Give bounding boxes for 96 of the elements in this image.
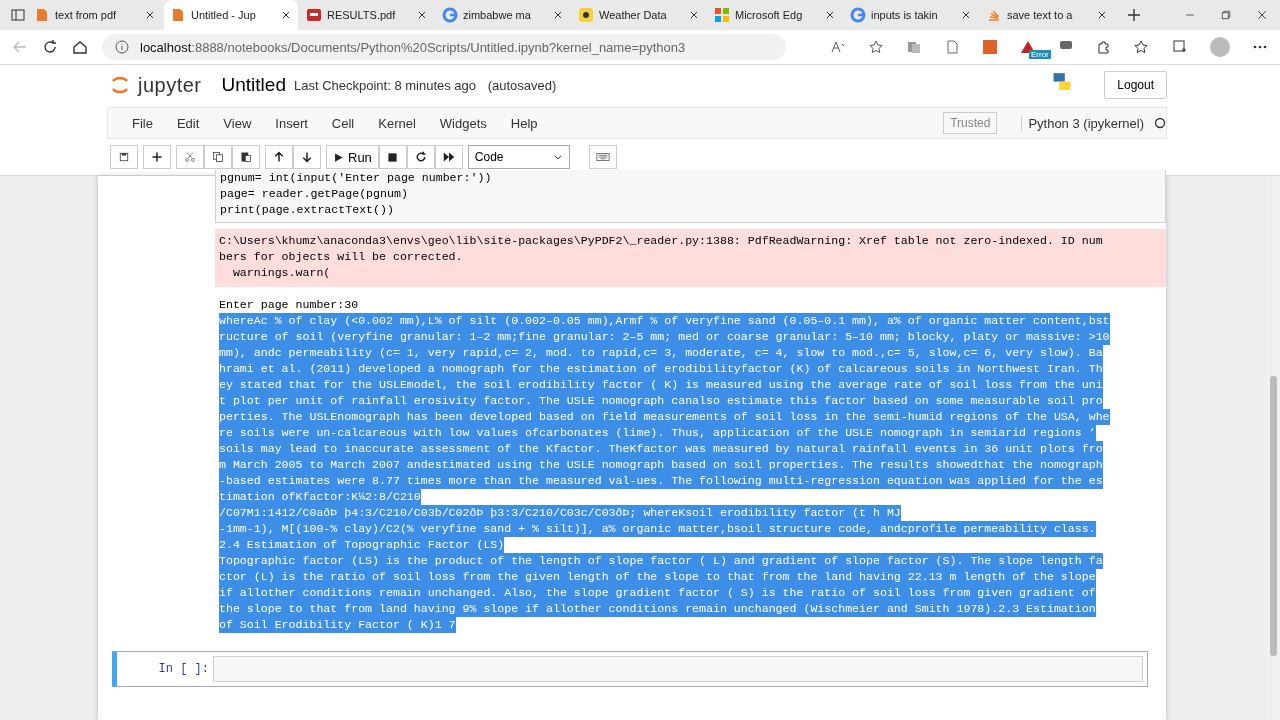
- favorites-icon: [1134, 39, 1150, 55]
- close-icon: [960, 9, 972, 21]
- info-icon: [114, 39, 130, 55]
- arrow-down-icon: [301, 151, 313, 163]
- browser-tab[interactable]: zimbabwe ma: [436, 0, 570, 30]
- close-icon: [688, 9, 700, 21]
- add-cell-button[interactable]: [143, 145, 171, 169]
- menu-item[interactable]: Insert: [263, 115, 320, 131]
- code-input[interactable]: [213, 656, 1143, 682]
- stop-icon: [387, 151, 399, 163]
- close-icon: [824, 9, 836, 21]
- cut-button[interactable]: [176, 145, 204, 169]
- extension-icon: [906, 39, 922, 55]
- fast-forward-icon: [442, 151, 455, 163]
- kernel-status-icon: [1154, 117, 1166, 129]
- close-icon: [416, 9, 428, 21]
- close-icon: [1256, 9, 1268, 21]
- cell-prompt: In [ ]:: [157, 662, 210, 676]
- browser-tab[interactable]: inputs is takin: [844, 0, 978, 30]
- browser-tab[interactable]: RESULTS.pdf: [300, 0, 434, 30]
- output-line: Enter page number:30: [219, 297, 360, 313]
- copy-icon: [212, 151, 224, 163]
- restart-button[interactable]: [406, 145, 435, 169]
- jupyter-logo-text: jupyter: [138, 73, 202, 97]
- document-icon: [170, 7, 186, 23]
- chevron-down-icon: [552, 152, 563, 162]
- plus-icon: [151, 151, 163, 163]
- keyboard-icon: [595, 150, 610, 164]
- move-down-button[interactable]: [293, 145, 321, 169]
- google-icon: [442, 7, 458, 23]
- stop-button[interactable]: [378, 145, 407, 169]
- paste-icon: [240, 151, 252, 163]
- read-aloud-icon: [830, 39, 846, 55]
- menu-item[interactable]: Cell: [319, 115, 367, 131]
- keyboard-button[interactable]: [588, 145, 617, 169]
- restart-icon: [414, 151, 427, 163]
- play-icon: [333, 151, 344, 163]
- address-bar[interactable]: localhost:8888/notebooks/Documents/Python%20Scripts/Untitled.ipynb?kernel_name=python3: [102, 34, 786, 60]
- collections-icon: [1172, 39, 1188, 55]
- menu-item[interactable]: View: [211, 115, 264, 131]
- save-button[interactable]: [110, 145, 138, 169]
- autosave-status: (autosaved): [486, 77, 557, 93]
- tab-actions-icon: [10, 7, 26, 23]
- warning-line: C:\Users\khumz\anaconda3\envs\geo\lib\site-packages\PyPDF2\_reader.py:1388: PdfReadWarning: Xref table not zero-indexed. ID num: [219, 233, 1104, 249]
- back-icon: [12, 39, 28, 55]
- menu-item[interactable]: Kernel: [366, 115, 428, 131]
- code-line: pgnum= int(input('Enter page number:')): [220, 170, 493, 186]
- jupyter-logo-icon: [110, 75, 130, 95]
- fast-forward-button[interactable]: [434, 145, 463, 169]
- menu-item[interactable]: Help: [498, 115, 550, 131]
- close-icon: [1096, 9, 1108, 21]
- code-editor[interactable]: pgnum= int(input('Enter page number:')) page= reader.getPage(pgnum) print(page.extractText()): [215, 170, 1166, 223]
- close-icon: [280, 9, 292, 21]
- puzzle-icon: [1096, 39, 1112, 55]
- reload-icon: [42, 39, 58, 55]
- move-up-button[interactable]: [265, 145, 293, 169]
- google-icon: [850, 7, 866, 23]
- run-button[interactable]: Run: [326, 145, 379, 169]
- warning-line: warnings.warn(: [231, 265, 332, 281]
- extension-icon: [982, 39, 998, 55]
- restore-icon: [1220, 9, 1232, 21]
- weather-icon: [578, 7, 594, 23]
- trusted-indicator[interactable]: Trusted: [943, 112, 998, 134]
- close-icon: [144, 9, 156, 21]
- checkpoint-text: Last Checkpoint: 8 minutes ago: [293, 77, 477, 93]
- favorite-icon: [868, 39, 884, 55]
- copy-button[interactable]: [204, 145, 232, 169]
- grid-logo-icon: [714, 7, 730, 23]
- browser-tab[interactable]: Weather Data: [572, 0, 706, 30]
- profile-icon: [1210, 37, 1230, 57]
- code-line: page= reader.getPage(pgnum): [220, 186, 409, 202]
- browser-tab[interactable]: text from pdf: [28, 0, 162, 30]
- browser-tab[interactable]: Untitled - Jup: [164, 0, 298, 30]
- menu-item[interactable]: Widgets: [427, 115, 499, 131]
- browser-tab[interactable]: Microsoft Edg: [708, 0, 842, 30]
- notebook-title[interactable]: Untitled: [221, 74, 286, 96]
- kernel-name: Python 3 (ipykernel): [1021, 115, 1144, 131]
- menu-item[interactable]: Edit: [164, 115, 212, 131]
- warning-line: bers for objects will be corrected.: [219, 249, 464, 265]
- browser-tab[interactable]: save text to a: [980, 0, 1114, 30]
- menu-item[interactable]: File: [120, 115, 165, 131]
- code-line: print(page.extractText()): [220, 202, 395, 218]
- document-icon: [34, 7, 50, 23]
- new-tab-icon: [1126, 7, 1142, 23]
- home-icon: [72, 39, 88, 55]
- logout-button[interactable]: Logout: [1104, 71, 1167, 99]
- scissors-icon: [184, 151, 196, 163]
- cell-type-dropdown[interactable]: Code: [467, 145, 570, 169]
- document-icon: [944, 39, 960, 55]
- paste-button[interactable]: [232, 145, 260, 169]
- save-icon: [118, 151, 130, 163]
- arrow-up-icon: [273, 151, 285, 163]
- close-icon: [552, 9, 564, 21]
- stack-icon: [986, 7, 1002, 23]
- pdf-icon: [306, 7, 322, 23]
- error-badge: Error: [1029, 50, 1051, 59]
